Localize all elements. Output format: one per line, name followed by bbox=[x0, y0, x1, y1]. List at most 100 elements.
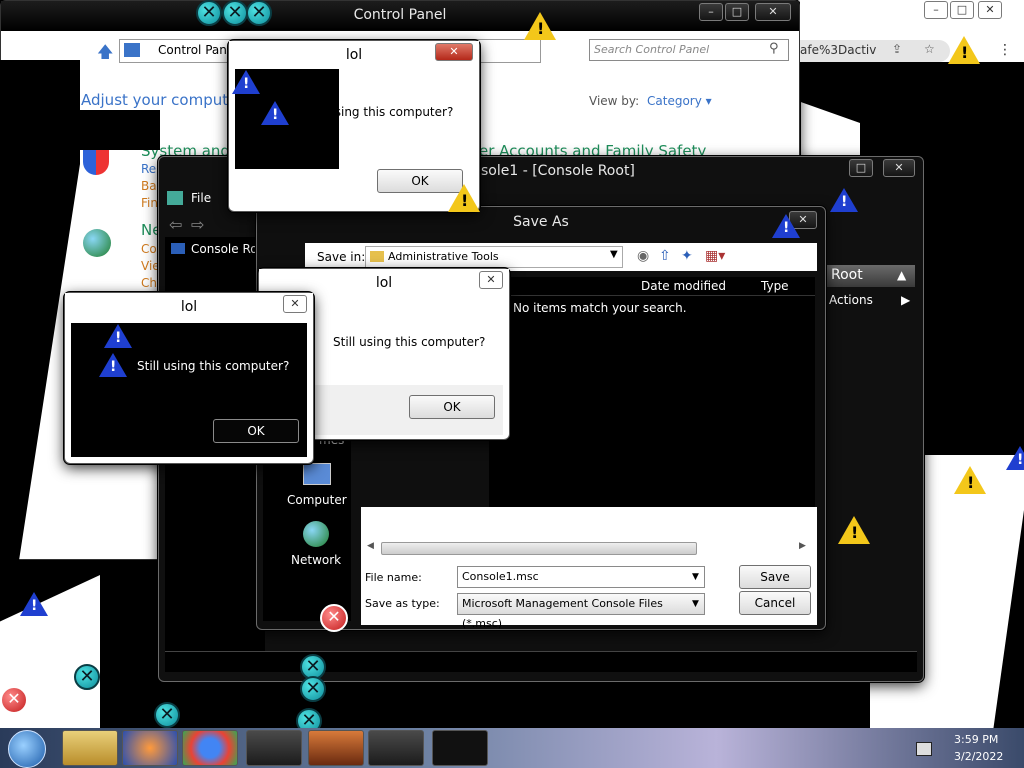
chevron-down-icon: ▼ bbox=[610, 249, 618, 260]
back-icon[interactable]: ◉ bbox=[637, 248, 649, 264]
control-panel-icon bbox=[124, 43, 140, 57]
actions-item[interactable]: Actions bbox=[829, 293, 873, 307]
control-panel-title: Control Panel bbox=[353, 7, 447, 23]
up-folder-icon[interactable]: ⇧ bbox=[659, 248, 671, 264]
submenu-arrow-icon: ▶ bbox=[901, 293, 911, 307]
nav-item-computer[interactable]: Computer bbox=[287, 493, 347, 507]
info-warning-icon: ! bbox=[232, 70, 260, 94]
url-bar[interactable]: afe%3Dactiv ⇪ ☆ bbox=[800, 40, 950, 62]
network-globe-icon bbox=[83, 229, 111, 257]
lol-title: lol bbox=[345, 47, 363, 63]
snippet-ch[interactable]: Ch bbox=[141, 276, 157, 290]
empty-message: No items match your search. bbox=[513, 301, 687, 315]
forward-arrow-icon[interactable]: ⇨ bbox=[191, 215, 204, 234]
taskbar-cmd-button[interactable] bbox=[432, 730, 488, 766]
back-arrow-icon[interactable]: 🡅 bbox=[97, 41, 113, 68]
lol-dialog-left: lol ✕ ! Still using this computer? OK bbox=[64, 292, 314, 464]
taskbar-firefox-button[interactable] bbox=[122, 730, 178, 766]
mmc-maximize-button[interactable]: □ bbox=[849, 159, 873, 177]
close-button[interactable]: ✕ bbox=[435, 43, 473, 61]
info-warning-icon: ! bbox=[20, 592, 48, 616]
chevron-down-icon[interactable]: ▼ bbox=[692, 567, 699, 587]
scrollbar-thumb[interactable] bbox=[381, 542, 697, 555]
url-text: afe%3Dactiv bbox=[800, 43, 877, 57]
start-button[interactable] bbox=[8, 730, 46, 768]
maximize-button[interactable]: □ bbox=[725, 3, 749, 21]
taskbar-app-button[interactable] bbox=[308, 730, 364, 766]
warning-icon bbox=[524, 12, 556, 40]
computer-icon bbox=[303, 463, 331, 485]
minimize-button[interactable]: – bbox=[699, 3, 723, 21]
info-warning-icon: ! bbox=[830, 188, 858, 212]
cancel-button[interactable]: Cancel bbox=[739, 591, 811, 615]
info-warning-icon: ! bbox=[1006, 446, 1024, 470]
save-as-type-select[interactable]: Microsoft Management Console Files (*.ms… bbox=[457, 593, 705, 630]
network-tray-icon[interactable] bbox=[916, 742, 932, 756]
warning-icon bbox=[948, 36, 980, 64]
column-date-modified[interactable]: Date modified bbox=[641, 279, 726, 293]
scroll-right-icon[interactable]: ▶ bbox=[799, 541, 806, 551]
browser-maximize-button[interactable]: □ bbox=[950, 1, 974, 19]
view-menu-icon[interactable]: ▦▾ bbox=[705, 248, 725, 264]
mmc-app-icon bbox=[167, 191, 183, 205]
error-x-icon: ✕ bbox=[246, 0, 272, 26]
clock-date[interactable]: 3/2/2022 bbox=[954, 750, 1003, 763]
clock-time[interactable]: 3:59 PM bbox=[954, 733, 998, 746]
search-input[interactable]: Search Control Panel bbox=[589, 39, 789, 61]
actions-pane-header[interactable]: Root ▲ bbox=[823, 265, 915, 287]
scroll-left-icon[interactable]: ◀ bbox=[367, 541, 374, 551]
bottom-panel: ◀ ▶ File name: Console1.msc ▼ Save as ty… bbox=[361, 507, 817, 630]
save-button[interactable]: Save bbox=[739, 565, 811, 589]
critical-error-icon: ✕ bbox=[0, 686, 28, 714]
view-by-label: View by: bbox=[589, 94, 640, 108]
ok-button[interactable]: OK bbox=[213, 419, 299, 443]
menu-file[interactable]: File bbox=[191, 191, 211, 205]
tree-item-console-root[interactable]: Console Roo bbox=[191, 242, 265, 256]
new-folder-icon[interactable]: ✦ bbox=[681, 248, 693, 264]
taskbar-chrome-button[interactable] bbox=[182, 730, 238, 766]
info-warning-icon: ! bbox=[772, 214, 800, 238]
snippet-fin[interactable]: Fin bbox=[141, 196, 158, 210]
info-warning-icon: ! bbox=[99, 353, 127, 377]
taskbar-app-button[interactable] bbox=[246, 730, 302, 766]
lol-message: Still using this computer? bbox=[333, 335, 486, 349]
snippet-co[interactable]: Co bbox=[141, 242, 157, 256]
black-glitch-fragment bbox=[80, 110, 160, 150]
share-icon[interactable]: ⇪ bbox=[892, 42, 902, 56]
error-x-icon: ✕ bbox=[222, 0, 248, 26]
browser-minimize-button[interactable]: – bbox=[924, 1, 948, 19]
warning-icon bbox=[954, 466, 986, 494]
breadcrumb[interactable]: Control Panel bbox=[158, 43, 238, 57]
taskbar-mmc-button[interactable] bbox=[368, 730, 424, 766]
file-name-input[interactable]: Console1.msc ▼ bbox=[457, 566, 705, 588]
more-menu-icon[interactable]: ⋮ bbox=[998, 42, 1012, 58]
save-in-dropdown[interactable]: Administrative Tools ▼ bbox=[365, 246, 623, 268]
error-x-icon: ✕ bbox=[196, 0, 222, 26]
lol-message: Still using this computer? bbox=[301, 105, 454, 119]
close-button[interactable]: ✕ bbox=[283, 295, 307, 313]
close-button[interactable]: ✕ bbox=[755, 3, 791, 21]
file-list-header: Date modified Type bbox=[489, 277, 815, 296]
save-as-title: Save As bbox=[513, 214, 569, 230]
view-by-dropdown[interactable]: Category ▾ bbox=[647, 94, 712, 108]
chevron-down-icon[interactable]: ▼ bbox=[692, 594, 699, 614]
horizontal-scrollbar[interactable]: ◀ ▶ bbox=[367, 541, 807, 555]
column-type[interactable]: Type bbox=[761, 279, 789, 293]
back-arrow-icon[interactable]: ⇦ bbox=[169, 215, 182, 234]
snippet-re[interactable]: Re bbox=[141, 162, 156, 176]
mmc-close-button[interactable]: ✕ bbox=[883, 159, 915, 177]
mmc-title: sole1 - [Console Root] bbox=[481, 163, 635, 179]
browser-close-button[interactable]: ✕ bbox=[978, 1, 1002, 19]
lol-titlebar: lol bbox=[65, 293, 313, 321]
lol-dialog-top: lol ✕ ! Still using this computer? OK bbox=[228, 40, 480, 212]
file-list: Date modified Type No items match your s… bbox=[489, 277, 815, 507]
search-icon[interactable]: ⚲ bbox=[769, 41, 779, 56]
close-button[interactable]: ✕ bbox=[479, 271, 503, 289]
star-icon[interactable]: ☆ bbox=[924, 42, 935, 56]
snippet-vie[interactable]: Vie bbox=[141, 259, 160, 273]
save-as-type-label: Save as type: bbox=[365, 597, 440, 610]
collapse-icon[interactable]: ▲ bbox=[897, 268, 906, 282]
ok-button[interactable]: OK bbox=[409, 395, 495, 419]
taskbar-explorer-button[interactable] bbox=[62, 730, 118, 766]
nav-item-network[interactable]: Network bbox=[291, 553, 341, 567]
